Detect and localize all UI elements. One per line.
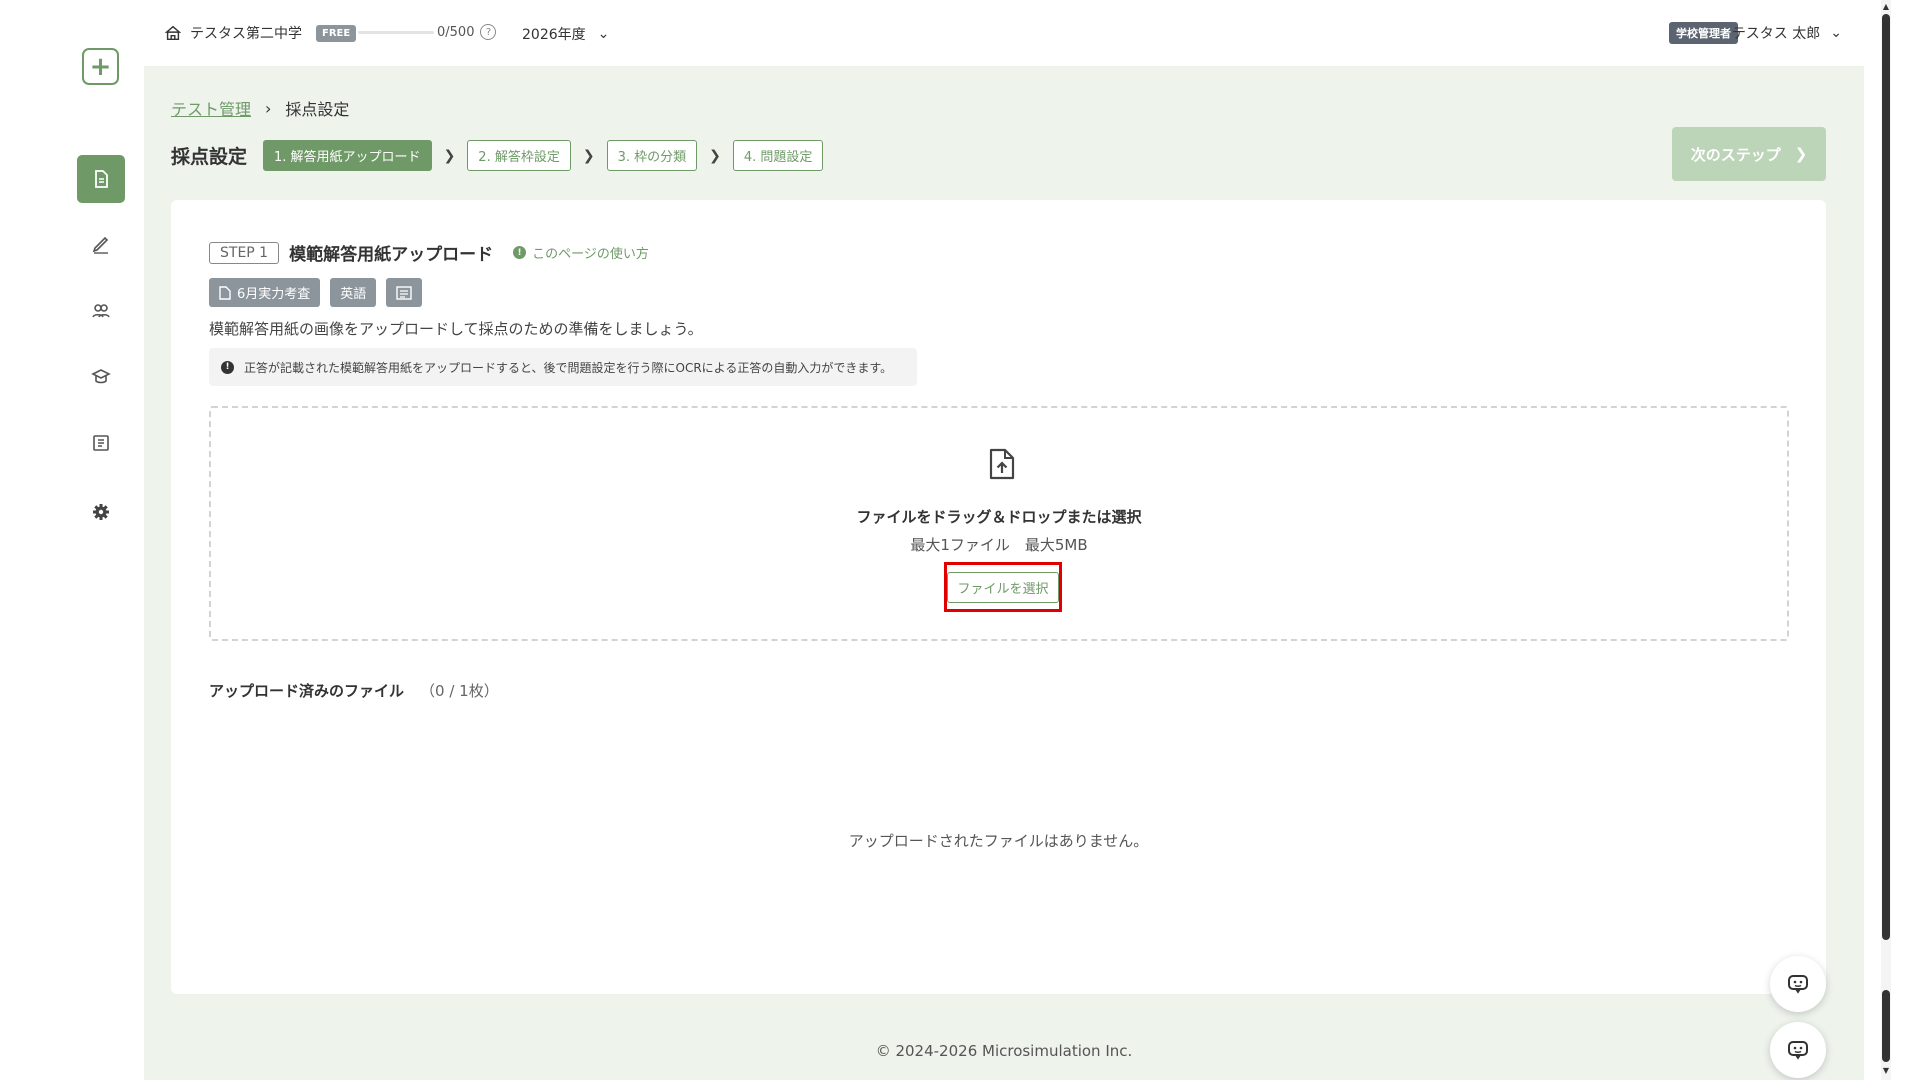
subject-tag: 英語 (330, 278, 377, 307)
chat-button[interactable] (1770, 956, 1826, 1012)
answer-sheet-tag[interactable] (386, 278, 423, 307)
dropzone-limits: 最大1ファイル 最大5MB (910, 536, 1088, 554)
chevron-right-icon: ❯ (443, 147, 456, 164)
chevron-right-icon: ❯ (582, 147, 595, 164)
step-title: 模範解答用紙アップロード (289, 245, 494, 265)
highlight-box: ファイルを選択 (944, 562, 1062, 612)
pen-icon (92, 236, 109, 254)
usage-progress-bar (358, 31, 434, 34)
plus-icon: + (89, 51, 112, 82)
howto-link[interactable]: ! このページの使い方 (513, 243, 649, 262)
chat-bot-icon (1788, 975, 1808, 994)
scroll-up-arrow[interactable]: ▲ (1882, 2, 1890, 11)
test-name: 6月実力考査 (237, 287, 311, 302)
step-2-pill[interactable]: 2. 解答枠設定 (467, 140, 571, 171)
year-selector[interactable]: 2026年度 ⌄ (522, 24, 609, 44)
usage-count-text: 0/500 (437, 24, 475, 40)
breadcrumb: テスト管理 › 採点設定 (171, 96, 349, 120)
step-1-pill[interactable]: 1. 解答用紙アップロード (263, 140, 432, 171)
ocr-info-box: ! 正答が記載された模範解答用紙をアップロードすると、後で問題設定を行う際にOC… (209, 348, 917, 386)
sidebar-item-students[interactable] (77, 287, 125, 335)
chevron-right-icon: ❯ (1794, 145, 1808, 163)
next-step-label: 次のステップ (1690, 145, 1781, 164)
test-name-tag: 6月実力考査 (209, 278, 321, 307)
page-title: 採点設定 (171, 146, 248, 168)
scroll-down-arrow[interactable]: ▼ (1882, 1066, 1890, 1075)
school-icon (164, 25, 182, 41)
scrollbar-thumb[interactable] (1882, 14, 1890, 940)
test-tags: 6月実力考査 英語 (209, 278, 423, 307)
sidebar-item-settings[interactable] (77, 488, 125, 536)
uploaded-files-title: アップロード済みのファイル (209, 682, 405, 700)
chevron-down-icon: ⌄ (1830, 25, 1842, 41)
document-icon (219, 285, 231, 300)
select-file-button[interactable]: ファイルを選択 (947, 571, 1059, 603)
users-icon (92, 304, 110, 318)
step-3-pill[interactable]: 3. 枠の分類 (606, 140, 698, 171)
topbar: テスタス第二中学 FREE 0/500 ? 2026年度 ⌄ 学校管理者 テスタ… (144, 0, 1864, 66)
user-name: テスタス 太郎 (1731, 26, 1821, 42)
sidebar-item-classes[interactable] (77, 353, 125, 401)
empty-files-message: アップロードされたファイルはありません。 (848, 832, 1149, 850)
chevron-right-icon: ❯ (709, 147, 721, 164)
ocr-info-text: 正答が記載された模範解答用紙をアップロードすると、後で問題設定を行う際にOCRに… (244, 360, 893, 375)
scrollbar-area: ▲ ▼ (1864, 0, 1920, 1080)
chevron-down-icon: ⌄ (597, 26, 610, 42)
upload-card: STEP 1 模範解答用紙アップロード ! このページの使い方 6月実力考査 英… (171, 200, 1826, 994)
step-heading: STEP 1 模範解答用紙アップロード ! このページの使い方 (209, 240, 649, 265)
file-upload-icon (989, 448, 1015, 480)
file-dropzone[interactable]: ファイルをドラッグ＆ドロップまたは選択 最大1ファイル 最大5MB ファイルを選… (209, 406, 1789, 641)
plan-badge: FREE (316, 24, 357, 42)
uploaded-files-header: アップロード済みのファイル （0 / 1枚） (209, 680, 499, 701)
help-icon[interactable]: ? (480, 24, 497, 40)
user-menu[interactable]: テスタス 太郎 ⌄ (1732, 23, 1842, 43)
breadcrumb-link-tests[interactable]: テスト管理 (171, 96, 251, 120)
role-badge: 学校管理者 (1669, 22, 1738, 44)
sidebar-item-tests[interactable] (77, 155, 125, 203)
info-icon: ! (513, 246, 527, 259)
school-selector[interactable]: テスタス第二中学 FREE (164, 23, 357, 43)
next-step-button[interactable]: 次のステップ ❯ (1672, 127, 1826, 181)
step-badge: STEP 1 (209, 241, 280, 264)
gear-icon (93, 504, 109, 520)
year-label: 2026年度 (522, 27, 586, 43)
info-icon: ! (221, 360, 234, 374)
uploaded-files-count: （0 / 1枚） (420, 682, 499, 700)
usage-count: 0/500 ? (437, 24, 497, 40)
footer-copyright: © 2024-2026 Microsimulation Inc. (875, 1042, 1133, 1060)
sidebar-item-reports[interactable] (77, 419, 125, 467)
page-description: 模範解答用紙の画像をアップロードして採点のための準備をしましょう。 (209, 320, 703, 338)
sidebar: + (0, 0, 144, 1080)
list-icon (396, 285, 412, 300)
breadcrumb-current: 採点設定 (285, 100, 350, 119)
document-icon (95, 170, 108, 188)
scrollbar-thumb-lower[interactable] (1882, 990, 1890, 1062)
howto-label: このページの使い方 (532, 247, 649, 262)
chevron-right-icon: › (265, 98, 272, 118)
page-header: 採点設定 1. 解答用紙アップロード ❯ 2. 解答枠設定 ❯ 3. 枠の分類 … (171, 140, 824, 171)
sidebar-item-grading[interactable] (77, 221, 125, 269)
add-button[interactable]: + (82, 48, 119, 85)
graduation-cap-icon (91, 369, 111, 384)
step-4-pill[interactable]: 4. 問題設定 (732, 140, 824, 171)
dropzone-title: ファイルをドラッグ＆ドロップまたは選択 (856, 508, 1142, 526)
school-name: テスタス第二中学 (190, 26, 302, 42)
book-icon (93, 435, 109, 451)
